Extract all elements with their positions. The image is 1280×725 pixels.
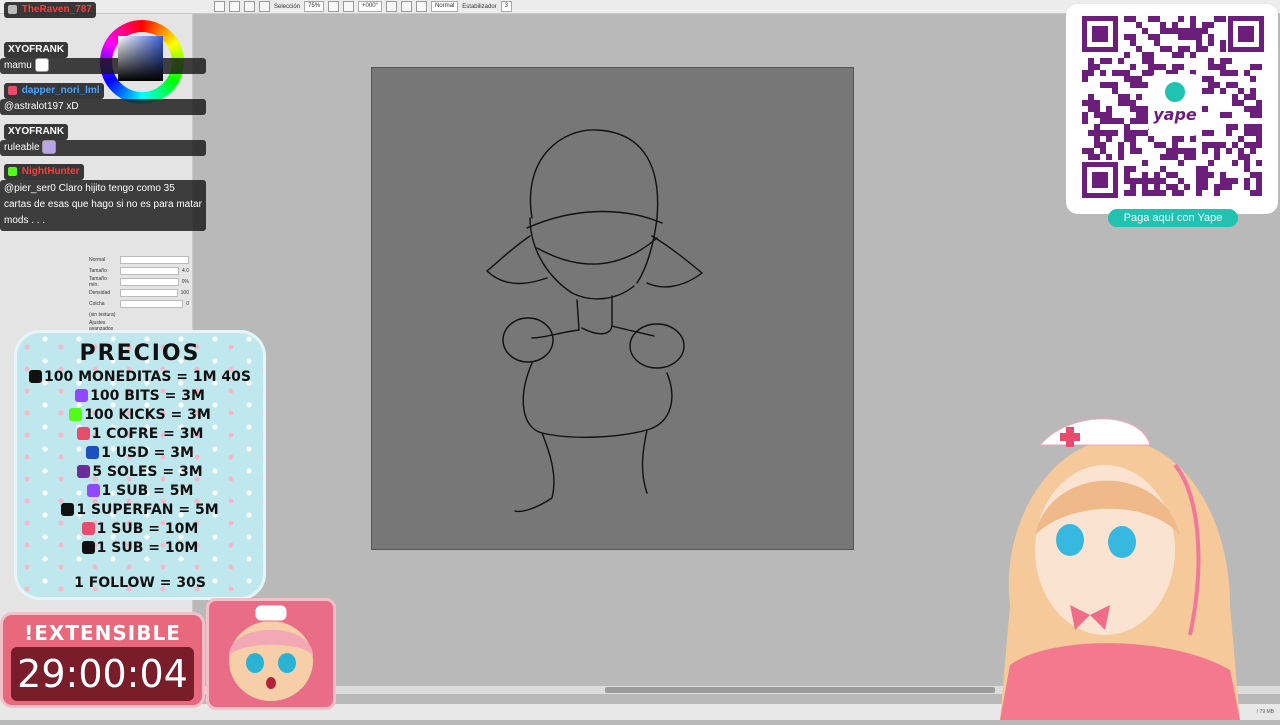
rotation-field[interactable]: +000° (358, 1, 382, 12)
flip-button[interactable] (415, 1, 427, 12)
price-row: 1 SUPERFAN = 5M (17, 501, 263, 520)
badge-icon (8, 166, 17, 176)
badge-icon (8, 85, 17, 95)
twitch-icon (75, 389, 89, 402)
yape-qr-card: yape (1066, 4, 1278, 214)
price-text: 5 SOLES = 3M (92, 464, 203, 480)
chat-message: @astralot197 xD (0, 99, 206, 115)
chat-username: dapper_nori_lml (4, 83, 104, 99)
timer-value: 29:00:04 (11, 647, 194, 701)
min-size-label: Tamaño mín. (89, 275, 107, 288)
tiktok-icon (28, 370, 42, 383)
scrollbar-thumb[interactable] (605, 687, 995, 693)
price-text: 1 SUB = 5M (101, 483, 194, 499)
chat-message: @pier_ser0 Claro hijito tengo como 35 ca… (0, 180, 206, 231)
zoom-in-button[interactable] (343, 1, 355, 12)
kick-icon (69, 408, 83, 421)
price-text: 100 KICKS = 3M (84, 407, 211, 423)
subathon-timer: !EXTENSIBLE 29:00:04 (0, 612, 205, 708)
price-row: 100 MONEDITAS = 1M 40S (17, 368, 263, 387)
zoom-field[interactable]: 75% (304, 1, 325, 12)
toolbar-button[interactable] (229, 1, 240, 12)
kick-icon (81, 541, 95, 554)
brush-shape-selector[interactable] (120, 255, 189, 264)
chest-icon (76, 427, 90, 440)
price-row: 100 KICKS = 3M (17, 406, 263, 425)
color-square[interactable] (118, 36, 163, 81)
blending-slider[interactable] (120, 299, 184, 308)
price-row: 1 USD = 3M (17, 444, 263, 463)
size-slider[interactable] (120, 266, 180, 275)
chat-username: XYOFRANK (4, 124, 69, 140)
chibi-avatar (206, 598, 336, 710)
zoom-out-button[interactable] (328, 1, 340, 12)
texture-select[interactable]: (sin textura) (89, 312, 117, 318)
blend-mode-select[interactable]: Normal (430, 1, 459, 12)
toolbar-button[interactable] (214, 1, 225, 12)
rotate-right-button[interactable] (400, 1, 412, 12)
vtuber-avatar (990, 405, 1280, 720)
price-row: 1 SUB = 5M (17, 482, 263, 501)
prices-card: PRECIOS 100 MONEDITAS = 1M 40S 100 BITS =… (14, 330, 266, 600)
twitch-icon (86, 484, 100, 497)
tiktok-icon (61, 503, 75, 516)
stabilizer-label: Estabilizador (462, 3, 497, 10)
timer-label: !EXTENSIBLE (24, 621, 181, 645)
price-text: 1 SUB = 10M (96, 540, 199, 556)
chest-icon (81, 522, 95, 535)
selection-label: Selección (274, 3, 301, 10)
chat-message: mamu (0, 58, 206, 74)
selection-checkbox[interactable] (259, 1, 270, 12)
drawing-canvas[interactable] (371, 67, 854, 550)
chat-username: TheRaven_787 (4, 2, 96, 18)
blending-label: Colcha (89, 300, 105, 307)
price-row: 1 COFRE = 3M (17, 425, 263, 444)
price-text: 1 SUPERFAN = 5M (76, 502, 219, 518)
blending-value: 0 (186, 300, 189, 307)
paypal-icon (86, 446, 100, 459)
min-size-slider[interactable] (120, 277, 179, 286)
sketch-drawing (485, 129, 704, 513)
chat-message: ruleable (0, 140, 206, 156)
price-text: 100 BITS = 3M (90, 388, 205, 404)
price-row: 1 SUB = 10M (17, 539, 263, 558)
density-slider[interactable] (120, 288, 178, 297)
brush-mode[interactable]: Normal (89, 257, 117, 263)
yape-brand: yape (1153, 105, 1197, 124)
badge-icon (8, 4, 17, 14)
density-label: Densidad (89, 289, 111, 296)
size-value: 4.0 (182, 267, 189, 274)
min-size-value: 0% (181, 278, 189, 285)
size-label: Tamaño (89, 267, 107, 274)
qr-code: yape (1082, 16, 1264, 198)
yape-icon (77, 465, 91, 478)
rotate-left-button[interactable] (385, 1, 397, 12)
emote-icon (42, 140, 57, 155)
follow-price: 1 FOLLOW = 30S (74, 575, 206, 591)
emote-icon (34, 58, 49, 73)
price-text: 1 USD = 3M (101, 445, 194, 461)
price-row: 1 SUB = 10M (17, 520, 263, 539)
density-value: 100 (180, 289, 189, 296)
yape-pay-button[interactable]: Paga aquí con Yape (1108, 209, 1238, 227)
chat-username: NightHunter (4, 164, 84, 180)
price-text: 1 SUB = 10M (96, 521, 199, 537)
price-row: 5 SOLES = 3M (17, 463, 263, 482)
price-text: 100 MONEDITAS = 1M 40S (43, 369, 251, 385)
toolbar-button[interactable] (244, 1, 255, 12)
price-text: 1 COFRE = 3M (91, 426, 204, 442)
price-row: 100 BITS = 3M (17, 387, 263, 406)
price-list: 100 MONEDITAS = 1M 40S 100 BITS = 3M 100 K… (17, 368, 263, 558)
stabilizer-select[interactable]: 3 (500, 1, 512, 12)
chat-username: XYOFRANK (4, 42, 69, 58)
prices-title: PRECIOS (79, 341, 201, 366)
